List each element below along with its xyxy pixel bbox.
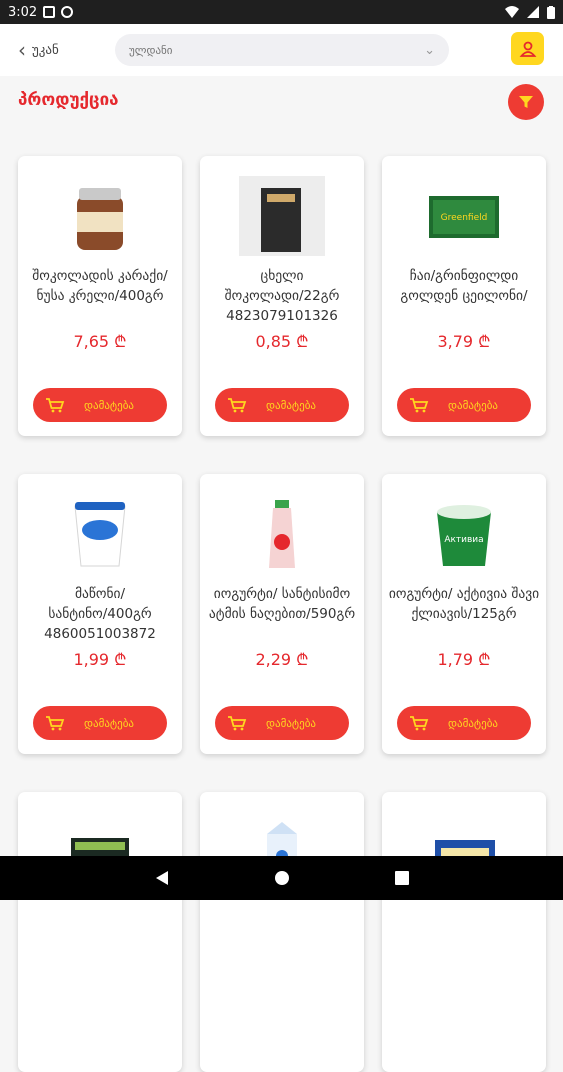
product-card[interactable] <box>382 792 546 1072</box>
cart-icon <box>410 716 429 731</box>
android-navbar <box>0 856 563 900</box>
cart-icon <box>228 716 247 731</box>
app-bar: ‹ უკან ⌄ <box>0 24 563 76</box>
back-label: უკან <box>32 42 59 58</box>
search-input[interactable] <box>129 43 425 57</box>
product-price: 3,79 ₾ <box>437 332 491 351</box>
svg-text:Greenfield: Greenfield <box>441 213 488 223</box>
product-image[interactable]: Активиа <box>419 490 509 576</box>
product-name: ცხელი შოკოლადი/22გრ 4823079101326 <box>224 268 340 324</box>
product-name: შოკოლადის კარაქი/ნუსა კრელი/400გრ <box>32 268 168 304</box>
product-image[interactable]: Greenfield <box>419 172 509 258</box>
product-price: 1,99 ₾ <box>73 650 127 669</box>
status-time: 3:02 <box>8 4 38 20</box>
product-card[interactable] <box>200 792 364 1072</box>
product-price: 1,79 ₾ <box>437 650 491 669</box>
product-name: იოგურტი/ სანტისიმო ატმის ნაღებით/590გრ <box>208 586 356 622</box>
product-card[interactable]: Активиа იოგურტი/ აქტივია შავი ქლიავის/125… <box>382 474 546 754</box>
add-button-label: დამატება <box>84 716 134 730</box>
filter-button[interactable] <box>508 84 544 120</box>
product-price: 2,29 ₾ <box>255 650 309 669</box>
product-card[interactable]: ცხელი შოკოლადი/22გრ 4823079101326 0,85 ₾ დ… <box>200 156 364 436</box>
add-to-cart-button[interactable]: დამატება <box>215 388 349 422</box>
chevron-left-icon: ‹ <box>18 38 26 62</box>
add-button-label: დამატება <box>448 398 498 412</box>
add-to-cart-button[interactable]: დამატება <box>215 706 349 740</box>
search-field[interactable]: ⌄ <box>115 34 449 66</box>
add-button-label: დამატება <box>266 716 316 730</box>
chevron-down-icon[interactable]: ⌄ <box>424 43 435 58</box>
add-button-label: დამატება <box>266 398 316 412</box>
page-title: პროდუქცია <box>18 90 119 110</box>
cart-icon <box>410 398 429 413</box>
product-card[interactable]: Greenfield ჩაი/გრინფილდი გოლდენ ცეილონი/3… <box>382 156 546 436</box>
user-button[interactable] <box>511 32 544 65</box>
product-card[interactable] <box>18 792 182 1072</box>
status-bar: 3:02 <box>0 0 563 24</box>
add-button-label: დამატება <box>84 398 134 412</box>
notification-icon <box>61 6 74 18</box>
cart-icon <box>228 398 247 413</box>
product-card[interactable]: შოკოლადის კარაქი/ნუსა კრელი/400გრ 7,65 ₾ დ… <box>18 156 182 436</box>
add-to-cart-button[interactable]: დამატება <box>33 388 167 422</box>
back-nav-icon[interactable] <box>152 868 172 888</box>
sim-icon <box>43 6 56 18</box>
product-price: 0,85 ₾ <box>255 332 309 351</box>
add-to-cart-button[interactable]: დამატება <box>397 388 531 422</box>
signal-icon <box>527 6 539 18</box>
add-button-label: დამატება <box>448 716 498 730</box>
product-image[interactable] <box>237 490 327 576</box>
product-price: 7,65 ₾ <box>73 332 127 351</box>
battery-icon <box>547 5 555 19</box>
wifi-icon <box>505 6 519 18</box>
back-button[interactable]: ‹ უკან <box>18 40 59 60</box>
home-nav-icon[interactable] <box>272 868 292 888</box>
cart-icon <box>46 398 65 413</box>
product-card[interactable]: იოგურტი/ სანტისიმო ატმის ნაღებით/590გრ 2,… <box>200 474 364 754</box>
add-to-cart-button[interactable]: დამატება <box>33 706 167 740</box>
product-card[interactable]: მაწონი/ სანტინო/400გრ 4860051003872 1,99 … <box>18 474 182 754</box>
product-image[interactable] <box>55 172 145 258</box>
user-icon <box>519 41 536 57</box>
product-image[interactable] <box>55 490 145 576</box>
product-name: იოგურტი/ აქტივია შავი ქლიავის/125გრ <box>388 586 540 622</box>
filter-icon <box>519 96 533 108</box>
product-image[interactable] <box>237 172 327 258</box>
product-name: ჩაი/გრინფილდი გოლდენ ცეილონი/ <box>400 268 528 304</box>
product-name: მაწონი/ სანტინო/400გრ 4860051003872 <box>44 586 156 642</box>
add-to-cart-button[interactable]: დამატება <box>397 706 531 740</box>
svg-text:Активиа: Активиа <box>444 535 483 545</box>
recents-nav-icon[interactable] <box>392 868 412 888</box>
cart-icon <box>46 716 65 731</box>
